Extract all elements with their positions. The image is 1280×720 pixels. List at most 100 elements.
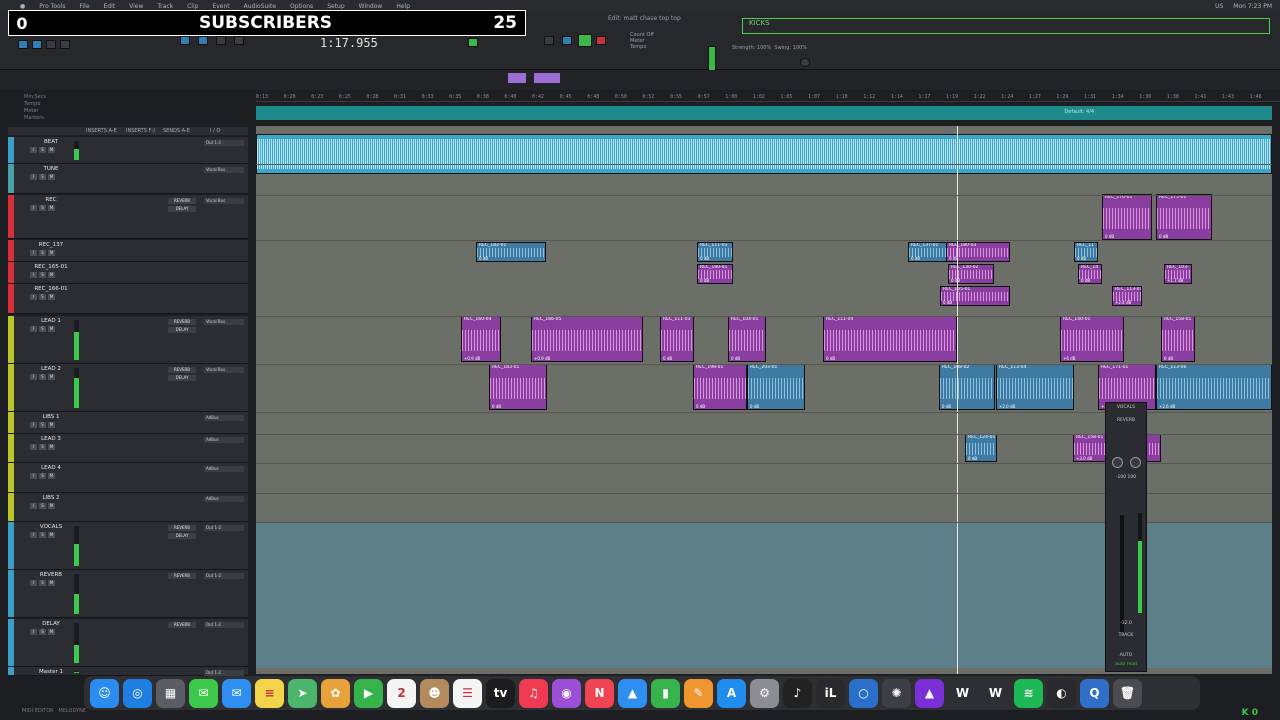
- nudge-indicator[interactable]: [468, 38, 478, 47]
- track-name[interactable]: REC: [26, 197, 76, 203]
- track-i-button[interactable]: I: [30, 174, 37, 180]
- automation-mode[interactable]: auto read: [1106, 662, 1146, 667]
- app-menu[interactable]: Pro Tools: [39, 3, 65, 10]
- audio-clip[interactable]: REC_170-01 0 dB: [1102, 194, 1152, 240]
- session-overview[interactable]: [0, 70, 1280, 90]
- track-s-button[interactable]: S: [39, 250, 46, 256]
- track-name[interactable]: LEAD 1: [26, 318, 76, 324]
- meter-ruler-bar[interactable]: Default: 4/4: [256, 106, 1272, 120]
- track-header-rec-165-01[interactable]: REC_165-01 I S M: [8, 262, 248, 284]
- audio-clip[interactable]: REC_111-03 0 dB: [697, 242, 733, 262]
- track-color-bar[interactable]: [8, 619, 14, 666]
- clip-gain[interactable]: 0 dB: [700, 278, 709, 283]
- track-s-button[interactable]: S: [39, 422, 46, 428]
- clip-gain[interactable]: 0 dB: [1105, 234, 1114, 239]
- menu-clip[interactable]: Clip: [187, 3, 198, 10]
- audio-clip[interactable]: REC_140-01 +6 dB: [1060, 316, 1124, 362]
- track-header-lead-2[interactable]: LEAD 2 I S M REVERB DELAY Vocal Bus: [8, 364, 248, 412]
- track-header-rec-166-01[interactable]: REC_166-01 I S M: [8, 284, 248, 314]
- track-i-button[interactable]: I: [30, 503, 37, 509]
- track-i-button[interactable]: I: [30, 326, 37, 332]
- track-s-button[interactable]: S: [39, 444, 46, 450]
- track-name[interactable]: LIBS 1: [26, 414, 76, 420]
- settings-gear-icon[interactable]: [800, 58, 810, 67]
- track-name[interactable]: REC_137: [26, 242, 76, 248]
- ruler-meter[interactable]: Meter: [24, 108, 256, 115]
- track-color-bar[interactable]: [8, 316, 14, 363]
- menu-event[interactable]: Event: [212, 3, 229, 10]
- audio-clip[interactable]: REC_108-02 0 dB: [939, 364, 995, 410]
- melodyne-label[interactable]: MELODYNE: [58, 708, 86, 714]
- pencil-tool-button[interactable]: [234, 36, 244, 45]
- clip-gain[interactable]: 0 dB: [1164, 356, 1173, 361]
- track-s-button[interactable]: S: [39, 326, 46, 332]
- track-name[interactable]: LEAD 2: [26, 366, 76, 372]
- menu-window[interactable]: Window: [359, 3, 383, 10]
- clip-gain[interactable]: +2.6 dB: [1159, 404, 1175, 409]
- audio-clip[interactable]: REC_14 0 dB: [1078, 264, 1102, 284]
- track-name[interactable]: TUNE: [26, 166, 76, 172]
- track-io-output[interactable]: Vocal Bus: [204, 367, 244, 373]
- track-m-button[interactable]: M: [48, 147, 55, 153]
- track-io-output[interactable]: Vocal Bus: [204, 319, 244, 325]
- tempo-label[interactable]: Tempo: [630, 44, 654, 50]
- track-i-button[interactable]: I: [30, 444, 37, 450]
- track-name[interactable]: BEAT: [26, 139, 76, 145]
- audio-clip[interactable]: REC_113-04 +2.0 dB: [996, 364, 1074, 410]
- track-header-tune[interactable]: TUNE I S M Vocal Bus: [8, 164, 248, 194]
- track-i-button[interactable]: I: [30, 272, 37, 278]
- grabber-tool-button[interactable]: [216, 36, 226, 45]
- track-io-output[interactable]: Out 1-2: [204, 573, 244, 579]
- audio-clip[interactable]: REC_198-01 0 dB: [693, 364, 747, 410]
- strip-track-name[interactable]: VOCALS: [1106, 405, 1146, 410]
- menu-view[interactable]: View: [129, 3, 143, 10]
- track-i-button[interactable]: I: [30, 250, 37, 256]
- track-i-button[interactable]: I: [30, 422, 37, 428]
- main-counter[interactable]: 1:17.955: [320, 36, 378, 50]
- clip-gain[interactable]: 0 dB: [731, 356, 740, 361]
- send-slot[interactable]: DELAY: [168, 375, 196, 381]
- ruler-minsecs[interactable]: Min:Secs: [24, 94, 256, 101]
- track-m-button[interactable]: M: [48, 174, 55, 180]
- track-m-button[interactable]: M: [48, 294, 55, 300]
- track-i-button[interactable]: I: [30, 205, 37, 211]
- menubar-clock[interactable]: Mon 7:23 PM: [1233, 3, 1272, 10]
- send-slot[interactable]: REVERB: [168, 319, 196, 325]
- track-header-lead-1[interactable]: LEAD 1 I S M REVERB DELAY Vocal Bus: [8, 316, 248, 364]
- trim-tool-button[interactable]: [180, 36, 190, 45]
- track-header-libs-1[interactable]: LIBS 1 I S M AdBus: [8, 412, 248, 434]
- send-slot[interactable]: DELAY: [168, 206, 196, 212]
- track-color-bar[interactable]: [8, 493, 14, 521]
- apple-menu-icon[interactable]: ●: [20, 3, 25, 10]
- track-m-button[interactable]: M: [48, 444, 55, 450]
- beat-clip[interactable]: [256, 134, 1272, 174]
- record-button[interactable]: [596, 36, 606, 45]
- track-header-libs-2[interactable]: LIBS 2 I S M AdBus: [8, 493, 248, 522]
- volume-value[interactable]: -12.0: [1106, 621, 1146, 626]
- slip-mode-button[interactable]: [32, 40, 42, 49]
- track-color-bar[interactable]: [8, 667, 14, 675]
- stop-button[interactable]: [562, 36, 572, 45]
- audio-clip[interactable]: REC_124-01 0 dB: [965, 434, 997, 462]
- menu-audiosuite[interactable]: AudioSuite: [244, 3, 276, 10]
- audio-clip[interactable]: REC_137-01 0 dB: [908, 242, 948, 262]
- track-s-button[interactable]: S: [39, 147, 46, 153]
- track-m-button[interactable]: M: [48, 473, 55, 479]
- track-m-button[interactable]: M: [48, 205, 55, 211]
- pan-left-knob[interactable]: [1112, 457, 1123, 468]
- clip-gain[interactable]: 0 dB: [968, 456, 977, 461]
- volume-fader[interactable]: [1120, 515, 1124, 633]
- audio-clip[interactable]: REC_130-02 0 dB: [948, 264, 994, 284]
- track-color-bar[interactable]: [8, 195, 14, 238]
- track-color-bar[interactable]: [8, 364, 14, 411]
- audio-clip[interactable]: REC_160-04 +0.9 dB: [461, 316, 501, 362]
- track-s-button[interactable]: S: [39, 294, 46, 300]
- clip-gain[interactable]: 0 dB: [750, 404, 759, 409]
- audio-clip[interactable]: REC_111-03 0 dB: [660, 316, 694, 362]
- pan-right-knob[interactable]: [1130, 457, 1141, 468]
- clip-gain[interactable]: 0 dB: [942, 404, 951, 409]
- track-name[interactable]: LIBS 2: [26, 495, 76, 501]
- audio-clip[interactable]: REC_158-01 0 dB: [1161, 316, 1195, 362]
- audio-clip[interactable]: REC_165-010 dB: [940, 286, 1010, 306]
- clip-gain[interactable]: +3.0 dB: [1076, 456, 1092, 461]
